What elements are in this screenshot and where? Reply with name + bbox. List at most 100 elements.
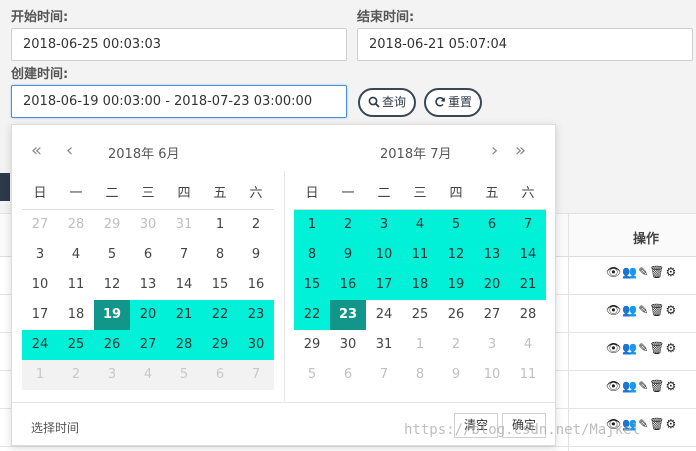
delete-icon[interactable]: 🗑 [649, 417, 665, 431]
day-cell[interactable]: 1 [294, 210, 330, 240]
day-cell[interactable]: 27 [130, 330, 166, 360]
day-cell[interactable]: 10 [22, 270, 58, 300]
end-time-input[interactable]: 2018-06-21 05:07:04 [357, 28, 693, 61]
side-tab[interactable] [0, 173, 10, 201]
day-cell[interactable]: 2 [330, 210, 366, 240]
day-cell[interactable]: 8 [202, 240, 238, 270]
day-cell[interactable]: 29 [202, 330, 238, 360]
day-cell[interactable]: 8 [402, 360, 438, 390]
select-time-link[interactable]: 选择时间 [31, 419, 79, 436]
day-cell[interactable]: 4 [58, 240, 94, 270]
group-icon[interactable]: 👥 [622, 303, 638, 317]
view-icon[interactable]: 👁 [606, 341, 622, 355]
settings-icon[interactable]: ⚙ [665, 379, 677, 393]
day-cell[interactable]: 11 [510, 360, 546, 390]
day-cell[interactable]: 6 [474, 210, 510, 240]
day-cell[interactable]: 7 [166, 240, 202, 270]
day-cell[interactable]: 12 [94, 270, 130, 300]
day-cell[interactable]: 6 [130, 240, 166, 270]
day-cell[interactable]: 29 [94, 210, 130, 240]
day-cell[interactable]: 19 [94, 300, 130, 330]
day-cell[interactable]: 4 [402, 210, 438, 240]
day-cell[interactable]: 20 [130, 300, 166, 330]
day-cell[interactable]: 8 [294, 240, 330, 270]
day-cell[interactable]: 28 [510, 300, 546, 330]
settings-icon[interactable]: ⚙ [665, 303, 677, 317]
day-cell[interactable]: 5 [294, 360, 330, 390]
day-cell[interactable]: 21 [166, 300, 202, 330]
day-cell[interactable]: 25 [402, 300, 438, 330]
group-icon[interactable]: 👥 [622, 379, 638, 393]
day-cell[interactable]: 24 [22, 330, 58, 360]
day-cell[interactable]: 12 [438, 240, 474, 270]
day-cell[interactable]: 24 [366, 300, 402, 330]
day-cell[interactable]: 3 [94, 360, 130, 390]
day-cell[interactable]: 25 [58, 330, 94, 360]
day-cell[interactable]: 7 [510, 210, 546, 240]
day-cell[interactable]: 27 [474, 300, 510, 330]
day-cell[interactable]: 13 [130, 270, 166, 300]
day-cell[interactable]: 13 [474, 240, 510, 270]
delete-icon[interactable]: 🗑 [649, 379, 665, 393]
day-cell[interactable]: 30 [130, 210, 166, 240]
start-time-input[interactable]: 2018-06-25 00:03:03 [11, 28, 347, 61]
query-button[interactable]: 查询 [358, 88, 417, 117]
day-cell[interactable]: 2 [438, 330, 474, 360]
day-cell[interactable]: 16 [330, 270, 366, 300]
day-cell[interactable]: 18 [402, 270, 438, 300]
day-cell[interactable]: 31 [366, 330, 402, 360]
reset-button[interactable]: 重置 [424, 88, 483, 117]
next-month-icon[interactable]: › [491, 140, 498, 161]
day-cell[interactable]: 15 [294, 270, 330, 300]
view-icon[interactable]: 👁 [606, 379, 622, 393]
day-cell[interactable]: 9 [238, 240, 274, 270]
delete-icon[interactable]: 🗑 [649, 341, 665, 355]
day-cell[interactable]: 28 [166, 330, 202, 360]
day-cell[interactable]: 18 [58, 300, 94, 330]
day-cell[interactable]: 9 [330, 240, 366, 270]
day-cell[interactable]: 22 [202, 300, 238, 330]
day-cell[interactable]: 23 [238, 300, 274, 330]
edit-icon[interactable]: ✎ [638, 265, 649, 279]
day-cell[interactable]: 15 [202, 270, 238, 300]
day-cell[interactable]: 2 [238, 210, 274, 240]
day-cell[interactable]: 7 [366, 360, 402, 390]
day-cell[interactable]: 5 [166, 360, 202, 390]
day-cell[interactable]: 14 [166, 270, 202, 300]
day-cell[interactable]: 7 [238, 360, 274, 390]
settings-icon[interactable]: ⚙ [665, 417, 677, 431]
day-cell[interactable]: 3 [22, 240, 58, 270]
day-cell[interactable]: 30 [330, 330, 366, 360]
day-cell[interactable]: 17 [366, 270, 402, 300]
day-cell[interactable]: 4 [510, 330, 546, 360]
day-cell[interactable]: 5 [94, 240, 130, 270]
day-cell[interactable]: 29 [294, 330, 330, 360]
day-cell[interactable]: 9 [438, 360, 474, 390]
day-cell[interactable]: 5 [438, 210, 474, 240]
day-cell[interactable]: 27 [22, 210, 58, 240]
day-cell[interactable]: 1 [22, 360, 58, 390]
group-icon[interactable]: 👥 [622, 265, 638, 279]
day-cell[interactable]: 10 [474, 360, 510, 390]
day-cell[interactable]: 11 [58, 270, 94, 300]
view-icon[interactable]: 👁 [606, 265, 622, 279]
day-cell[interactable]: 31 [166, 210, 202, 240]
day-cell[interactable]: 22 [294, 300, 330, 330]
day-cell[interactable]: 1 [202, 210, 238, 240]
day-cell[interactable]: 21 [510, 270, 546, 300]
day-cell[interactable]: 3 [474, 330, 510, 360]
day-cell[interactable]: 10 [366, 240, 402, 270]
day-cell[interactable]: 30 [238, 330, 274, 360]
day-cell[interactable]: 16 [238, 270, 274, 300]
next-year-icon[interactable]: » [515, 140, 526, 161]
created-time-range-input[interactable]: 2018-06-19 00:03:00 - 2018-07-23 03:00:0… [11, 85, 347, 118]
day-cell[interactable]: 14 [510, 240, 546, 270]
day-cell[interactable]: 26 [438, 300, 474, 330]
delete-icon[interactable]: 🗑 [649, 265, 665, 279]
settings-icon[interactable]: ⚙ [665, 265, 677, 279]
day-cell[interactable]: 19 [438, 270, 474, 300]
day-cell[interactable]: 6 [202, 360, 238, 390]
day-cell[interactable]: 23 [330, 300, 366, 330]
day-cell[interactable]: 6 [330, 360, 366, 390]
prev-month-icon[interactable]: ‹ [66, 140, 73, 161]
